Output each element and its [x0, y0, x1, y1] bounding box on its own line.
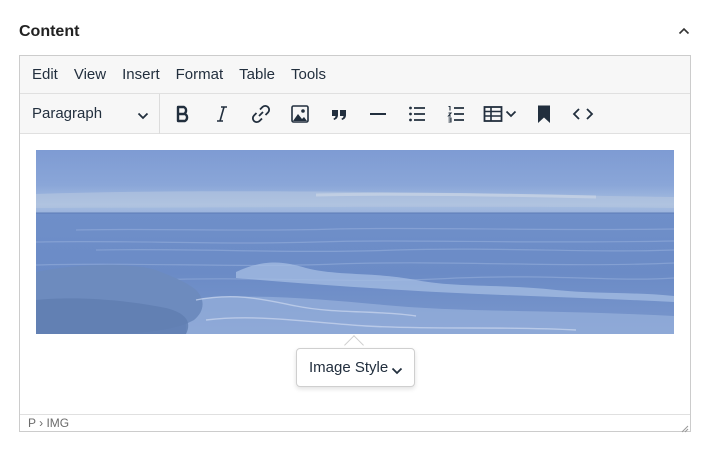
blockquote-button[interactable] [322, 98, 356, 130]
collapse-chevron-up-icon[interactable] [677, 24, 691, 38]
menu-table[interactable]: Table [231, 60, 283, 90]
image-icon [289, 103, 311, 125]
menu-format[interactable]: Format [168, 60, 232, 90]
italic-button[interactable] [205, 98, 239, 130]
menu-view[interactable]: View [66, 60, 114, 90]
editor-content-area[interactable]: Image Style [20, 135, 690, 414]
bold-icon [173, 104, 193, 124]
element-path[interactable]: P › IMG [28, 416, 69, 430]
bullet-list-icon [407, 104, 427, 124]
image-style-dropdown[interactable]: Image Style [296, 348, 415, 387]
table-chevron-down-icon [505, 109, 517, 119]
section-title: Content [19, 23, 80, 40]
statusbar: P › IMG [20, 414, 690, 433]
code-icon [572, 104, 594, 124]
blockquote-icon [329, 104, 349, 124]
bold-button[interactable] [166, 98, 200, 130]
chevron-down-icon [137, 108, 149, 126]
horizontal-rule-icon [368, 104, 388, 124]
table-button[interactable] [478, 98, 522, 130]
horizontal-rule-button[interactable] [361, 98, 395, 130]
italic-icon [212, 104, 232, 124]
code-button[interactable] [566, 98, 600, 130]
numbered-list-button[interactable] [439, 98, 473, 130]
block-format-label: Paragraph [32, 105, 103, 122]
ocean-image[interactable] [36, 150, 674, 334]
menu-insert[interactable]: Insert [114, 60, 168, 90]
bullet-list-button[interactable] [400, 98, 434, 130]
chevron-down-icon [391, 363, 403, 381]
image-button[interactable] [283, 98, 317, 130]
rich-text-editor: Edit View Insert Format Table Tools Para… [19, 55, 691, 433]
table-icon [483, 104, 505, 124]
link-icon [250, 103, 272, 125]
bookmark-button[interactable] [527, 98, 561, 130]
block-format-select[interactable]: Paragraph [20, 93, 160, 134]
resize-handle-icon[interactable] [679, 420, 689, 433]
numbered-list-icon [446, 104, 466, 124]
image-style-label: Image Style [309, 359, 389, 376]
ocean-photo-graphic [36, 150, 674, 334]
toolbar: Paragraph [20, 93, 690, 134]
link-button[interactable] [244, 98, 278, 130]
menu-tools[interactable]: Tools [283, 60, 334, 90]
content-section-header: Content [19, 14, 691, 50]
menu-edit[interactable]: Edit [24, 60, 66, 90]
menubar: Edit View Insert Format Table Tools [20, 56, 690, 94]
bookmark-icon [534, 104, 554, 124]
